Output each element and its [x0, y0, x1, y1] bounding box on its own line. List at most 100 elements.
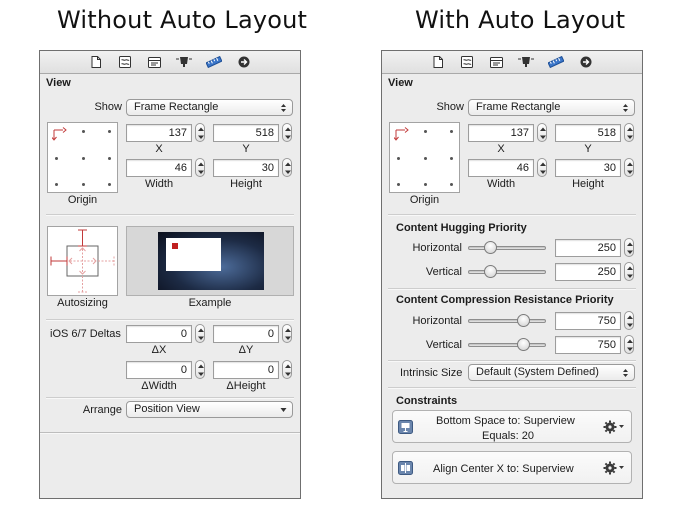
example-desktop-image — [158, 232, 264, 290]
y-field[interactable]: 518 — [213, 124, 279, 142]
hugging-vertical-field[interactable]: 250 — [555, 263, 621, 281]
height-field[interactable]: 30 — [555, 159, 621, 177]
delta-height-field[interactable]: 0 — [213, 361, 279, 379]
file-icon[interactable] — [430, 55, 446, 69]
divider — [40, 432, 300, 434]
compression-vertical-label: Vertical — [425, 339, 462, 351]
deltas-label: iOS 6/7 Deltas — [50, 328, 121, 340]
constraint-bottom-space[interactable]: Bottom Space to: Superview Equals: 20 — [392, 410, 632, 443]
divider — [388, 387, 636, 389]
height-stepper[interactable] — [282, 158, 292, 177]
y-label: Y — [242, 143, 250, 155]
compression-horizontal-stepper[interactable] — [624, 311, 634, 330]
width-field[interactable]: 46 — [126, 159, 192, 177]
delta-x-field[interactable]: 0 — [126, 325, 192, 343]
gear-icon[interactable] — [603, 420, 625, 434]
identity-icon[interactable] — [146, 55, 162, 69]
compression-vertical-stepper[interactable] — [624, 335, 634, 354]
quick-help-icon[interactable] — [117, 55, 133, 69]
width-label: Width — [144, 178, 174, 190]
hugging-vertical-label: Vertical — [425, 266, 462, 278]
quick-help-icon[interactable] — [459, 55, 475, 69]
hugging-vertical-slider[interactable] — [468, 270, 546, 274]
size-ruler-icon[interactable] — [206, 55, 222, 69]
compression-horizontal-slider[interactable] — [468, 319, 546, 323]
hugging-vertical-slider-knob[interactable] — [484, 265, 498, 278]
heading-with-auto-layout: With Auto Layout — [415, 6, 626, 34]
divider — [388, 288, 636, 290]
popup-arrows-icon — [623, 369, 628, 377]
delta-width-stepper[interactable] — [195, 360, 205, 379]
example-label: Example — [188, 297, 232, 309]
gear-icon[interactable] — [603, 461, 625, 475]
origin-picker[interactable] — [47, 122, 118, 193]
inspector-tab-bar — [382, 51, 642, 74]
height-label: Height — [230, 178, 262, 190]
arrange-popup[interactable]: Position View — [126, 401, 293, 418]
example-subview — [172, 243, 178, 249]
identity-icon[interactable] — [488, 55, 504, 69]
delta-y-stepper[interactable] — [282, 324, 292, 343]
file-icon[interactable] — [88, 55, 104, 69]
show-popup-value: Frame Rectangle — [476, 101, 561, 113]
connections-arrow-icon[interactable] — [236, 55, 252, 69]
divider — [46, 319, 294, 321]
width-field[interactable]: 46 — [468, 159, 534, 177]
hugging-vertical-stepper[interactable] — [624, 262, 634, 281]
width-stepper[interactable] — [195, 158, 205, 177]
delta-y-label: ΔY — [238, 344, 254, 356]
hugging-horizontal-stepper[interactable] — [624, 238, 634, 257]
show-popup[interactable]: Frame Rectangle — [126, 99, 293, 116]
y-field[interactable]: 518 — [555, 124, 621, 142]
origin-marker-icon — [394, 127, 409, 141]
view-section-title: View — [46, 77, 71, 89]
constraint-align-center-x[interactable]: Align Center X to: Superview — [392, 451, 632, 484]
delta-width-field[interactable]: 0 — [126, 361, 192, 379]
example-preview — [126, 226, 294, 296]
attributes-icon[interactable] — [176, 55, 192, 69]
origin-picker[interactable] — [389, 122, 460, 193]
compression-vertical-slider[interactable] — [468, 343, 546, 347]
show-popup-value: Frame Rectangle — [134, 101, 219, 113]
x-field[interactable]: 137 — [468, 124, 534, 142]
constraint-bottom-space-text: Bottom Space to: Superview — [436, 415, 575, 427]
compression-horizontal-field[interactable]: 750 — [555, 312, 621, 330]
delta-height-stepper[interactable] — [282, 360, 292, 379]
popup-arrows-icon — [623, 104, 628, 112]
delta-x-stepper[interactable] — [195, 324, 205, 343]
hugging-horizontal-slider-knob[interactable] — [484, 241, 498, 254]
divider — [388, 214, 636, 216]
connections-arrow-icon[interactable] — [578, 55, 594, 69]
divider — [46, 214, 294, 216]
attributes-icon[interactable] — [518, 55, 534, 69]
height-field[interactable]: 30 — [213, 159, 279, 177]
compression-vertical-field[interactable]: 750 — [555, 336, 621, 354]
width-label: Width — [486, 178, 516, 190]
x-field[interactable]: 137 — [126, 124, 192, 142]
width-stepper[interactable] — [537, 158, 547, 177]
view-section-title: View — [388, 77, 413, 89]
show-popup[interactable]: Frame Rectangle — [468, 99, 635, 116]
compression-section-title: Content Compression Resistance Priority — [396, 294, 614, 306]
height-stepper[interactable] — [624, 158, 634, 177]
delta-height-label: ΔHeight — [226, 380, 266, 392]
autosizing-springs-struts-icon — [50, 229, 115, 293]
size-ruler-icon[interactable] — [548, 55, 564, 69]
hugging-horizontal-field[interactable]: 250 — [555, 239, 621, 257]
origin-label: Origin — [67, 194, 98, 206]
example-view-rect — [166, 238, 221, 271]
size-inspector-without-auto-layout: View Show Frame Rectangle Origin 137 X 5… — [39, 50, 301, 499]
hugging-horizontal-slider[interactable] — [468, 246, 546, 250]
x-stepper[interactable] — [537, 123, 547, 142]
intrinsic-size-popup[interactable]: Default (System Defined) — [468, 364, 635, 381]
y-stepper[interactable] — [282, 123, 292, 142]
autosizing-control[interactable] — [47, 226, 118, 296]
y-stepper[interactable] — [624, 123, 634, 142]
divider — [388, 360, 636, 362]
chevron-down-icon — [280, 408, 287, 412]
compression-horizontal-slider-knob[interactable] — [516, 314, 530, 327]
compression-vertical-slider-knob[interactable] — [516, 338, 530, 351]
constraint-align-center-x-target: Superview — [522, 463, 574, 475]
x-stepper[interactable] — [195, 123, 205, 142]
delta-y-field[interactable]: 0 — [213, 325, 279, 343]
